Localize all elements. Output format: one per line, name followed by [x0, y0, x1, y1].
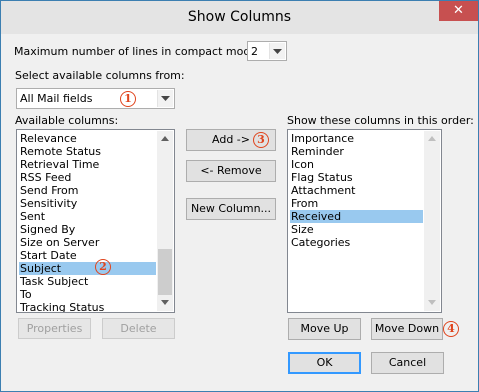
list-item[interactable]: Remote Status — [19, 145, 156, 158]
properties-button[interactable]: Properties — [18, 318, 91, 339]
list-item[interactable]: Signed By — [19, 223, 156, 236]
available-columns-list[interactable]: Relevance Remote Status Retrieval Time RSS … — [16, 129, 175, 313]
list-item[interactable]: Tracking Status — [19, 301, 156, 312]
title-bar: Show Columns ✕ — [1, 1, 478, 34]
chevron-down-icon — [157, 90, 173, 107]
list-item[interactable]: Relevance — [19, 132, 156, 145]
dialog-title: Show Columns — [187, 9, 292, 25]
select-from-label: Select available columns from: — [15, 69, 185, 82]
scroll-down-arrow-icon[interactable] — [157, 295, 173, 311]
move-up-button[interactable]: Move Up — [288, 318, 361, 340]
list-item[interactable]: Retrieval Time — [19, 158, 156, 171]
step-marker-4: 4 — [443, 321, 459, 337]
list-item[interactable]: Categories — [290, 236, 423, 249]
cancel-button-label: Cancel — [388, 356, 427, 369]
list-item[interactable]: Sensitivity — [19, 197, 156, 210]
column-source-value: All Mail fields — [20, 92, 93, 105]
list-item[interactable]: Sent — [19, 210, 156, 223]
chevron-down-icon — [269, 43, 285, 59]
list-item[interactable]: Start Date — [19, 249, 156, 262]
add-button-label: Add -> — [212, 133, 250, 146]
close-icon: ✕ — [453, 3, 464, 18]
show-columns-dialog: Show Columns ✕ Maximum number of lines i… — [0, 0, 479, 392]
available-scrollbar[interactable] — [157, 131, 173, 311]
scroll-up-arrow-icon[interactable] — [424, 131, 440, 147]
list-item[interactable]: Icon — [290, 158, 423, 171]
properties-button-label: Properties — [26, 322, 83, 335]
cancel-button[interactable]: Cancel — [371, 352, 444, 374]
list-item[interactable]: Received — [290, 210, 423, 223]
list-item[interactable]: Attachment — [290, 184, 423, 197]
step-marker-2: 2 — [95, 259, 111, 275]
shown-columns-label: Show these columns in this order: — [287, 114, 474, 127]
move-down-button-label: Move Down — [374, 322, 440, 335]
column-source-select[interactable]: All Mail fields — [16, 88, 175, 109]
list-item[interactable]: Size — [290, 223, 423, 236]
compact-lines-select[interactable]: 2 — [247, 41, 287, 61]
list-item[interactable]: From — [290, 197, 423, 210]
list-item[interactable]: Send From — [19, 184, 156, 197]
shown-columns-list[interactable]: Importance Reminder Icon Flag Status Attachm… — [287, 129, 442, 313]
compact-lines-value: 2 — [251, 45, 258, 58]
list-item[interactable]: Importance — [290, 132, 423, 145]
ok-button[interactable]: OK — [288, 352, 361, 374]
remove-button[interactable]: <- Remove — [186, 160, 276, 182]
step-marker-3: 3 — [253, 132, 269, 148]
available-columns-label: Available columns: — [15, 114, 119, 127]
scrollbar-thumb[interactable] — [158, 249, 172, 295]
list-item[interactable]: Size on Server — [19, 236, 156, 249]
list-item[interactable]: Task Subject — [19, 275, 156, 288]
close-button[interactable]: ✕ — [439, 1, 478, 21]
scroll-down-arrow-icon[interactable] — [424, 295, 440, 311]
list-item[interactable]: Reminder — [290, 145, 423, 158]
delete-button[interactable]: Delete — [102, 318, 175, 339]
delete-button-label: Delete — [120, 322, 157, 335]
step-marker-1: 1 — [120, 91, 136, 107]
list-item[interactable]: RSS Feed — [19, 171, 156, 184]
new-column-button-label: New Column... — [190, 202, 272, 215]
scroll-up-arrow-icon[interactable] — [157, 131, 173, 147]
new-column-button[interactable]: New Column... — [186, 198, 276, 220]
list-item[interactable]: To — [19, 288, 156, 301]
shown-scrollbar[interactable] — [424, 131, 440, 311]
list-item[interactable]: Flag Status — [290, 171, 423, 184]
move-up-button-label: Move Up — [300, 322, 349, 335]
move-down-button[interactable]: Move Down — [371, 318, 443, 340]
remove-button-label: <- Remove — [200, 164, 262, 177]
list-item[interactable]: Subject — [19, 262, 156, 275]
ok-button-label: OK — [316, 356, 333, 369]
compact-lines-label: Maximum number of lines in compact mode: — [14, 45, 261, 58]
